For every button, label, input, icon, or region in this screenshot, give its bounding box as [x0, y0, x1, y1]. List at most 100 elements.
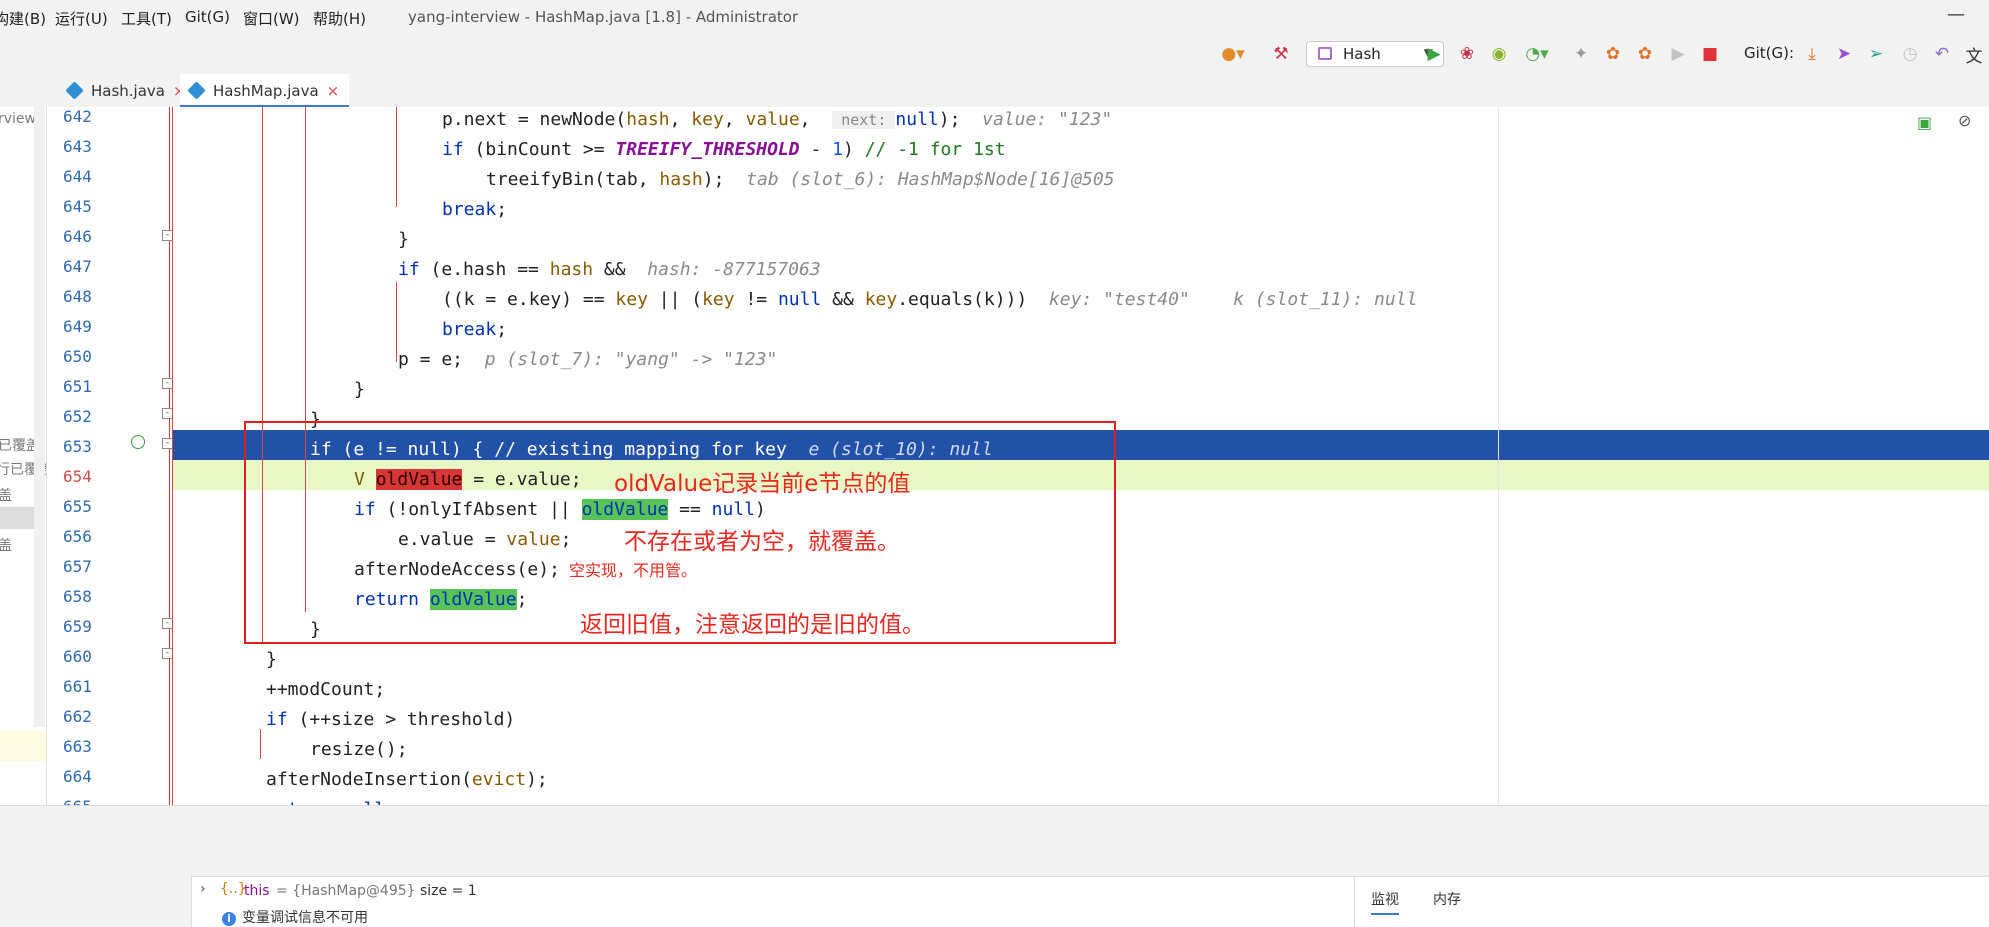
reader-mode-icon[interactable]: ▣ — [1917, 113, 1932, 132]
object-icon: {..} — [220, 881, 247, 897]
java-class-icon — [187, 81, 206, 100]
fold-guide — [169, 107, 170, 805]
info-text: 变量调试信息不可用 — [242, 910, 368, 926]
code-line-651[interactable]: } — [354, 379, 365, 400]
menu-tools[interactable]: 工具(T) — [121, 8, 172, 29]
line-number[interactable]: 647 — [63, 257, 145, 276]
tab-hash-java[interactable]: Hash.java × — [60, 74, 194, 107]
info-icon: i — [222, 912, 236, 926]
variables-panel: › {..} this = {HashMap@495} size = 1 i 变量… — [191, 876, 1354, 927]
rollback-icon[interactable]: ↶ — [1932, 42, 1952, 66]
coverage-icon[interactable]: ◉ — [1488, 42, 1510, 66]
code-line-646[interactable]: } — [398, 229, 409, 250]
line-number[interactable]: 642 — [63, 107, 145, 126]
selected-row[interactable] — [0, 507, 34, 529]
git-update-icon[interactable]: ⤓ — [1802, 42, 1822, 66]
run-icon[interactable]: ▶ — [1424, 42, 1444, 66]
info-row: i 变量调试信息不可用 — [222, 907, 368, 927]
tab-watches[interactable]: 监视 — [1371, 889, 1399, 915]
users-icon[interactable]: ●▾ — [1218, 42, 1248, 66]
code-line-644[interactable]: treeifyBin(tab, hash); tab (slot_6): Has… — [486, 169, 1115, 190]
line-number[interactable]: 652 — [63, 407, 145, 426]
line-number[interactable]: 658 — [63, 587, 145, 606]
hammer-icon[interactable]: ⚒ — [1270, 42, 1292, 66]
line-number[interactable]: 654 — [63, 467, 145, 486]
line-number[interactable]: 651 — [63, 377, 145, 396]
run-config-icon — [1318, 47, 1332, 60]
annotation-return-old: 返回旧值，注意返回的是旧的值。 — [580, 612, 925, 638]
indent-guide — [172, 107, 173, 805]
run-config-label: Hash — [1343, 45, 1381, 63]
translate-icon[interactable]: 文 — [1964, 42, 1984, 67]
line-number[interactable]: 646 — [63, 227, 145, 246]
project-panel: rview 已覆盖 行已覆盖 盖 盖 — [0, 107, 47, 805]
indent-guide — [396, 282, 397, 362]
close-icon[interactable]: × — [327, 82, 340, 100]
line-number[interactable]: 661 — [63, 677, 145, 696]
code-line-660[interactable]: } — [266, 649, 277, 670]
code-line-645[interactable]: break; — [442, 199, 507, 220]
line-number[interactable]: 659 — [63, 617, 145, 636]
line-number[interactable]: 649 — [63, 317, 145, 336]
menu-build[interactable]: 构建(B) — [0, 8, 46, 29]
line-number[interactable]: 655 — [63, 497, 145, 516]
build-icon[interactable]: ✿ — [1602, 42, 1624, 66]
line-number-gutter: 642 643 644 645 646 647 648 649 650 651 … — [47, 107, 201, 816]
editor-tab-bar: Hash.java × HashMap.java × — [0, 74, 1989, 162]
line-number[interactable]: 650 — [63, 347, 145, 366]
line-number[interactable]: 660 — [63, 647, 145, 666]
stop-icon[interactable]: ■ — [1700, 42, 1720, 66]
profiler-icon[interactable]: ◔▾ — [1520, 42, 1554, 66]
annotation-overwrite: 不存在或者为空，就覆盖。 — [624, 529, 900, 555]
code-line-643[interactable]: if (binCount >= TREEIFY_THRESHOLD - 1) /… — [442, 139, 1006, 160]
line-number[interactable]: 643 — [63, 137, 145, 156]
expand-icon[interactable]: › — [200, 881, 206, 897]
line-number[interactable]: 664 — [63, 767, 145, 786]
annotation-empty-impl: 空实现，不用管。 — [569, 561, 698, 580]
code-line-663[interactable]: resize(); — [310, 739, 408, 760]
line-number[interactable]: 656 — [63, 527, 145, 546]
coverage-marker-icon[interactable] — [131, 435, 145, 449]
code-line-649[interactable]: break; — [442, 319, 507, 340]
history-icon[interactable]: ◷ — [1900, 42, 1920, 66]
line-number[interactable]: 648 — [63, 287, 145, 306]
menu-run[interactable]: 运行(U) — [55, 8, 108, 29]
line-number[interactable]: 663 — [63, 737, 145, 756]
code-line-647[interactable]: if (e.hash == hash && hash: -877157063 — [398, 259, 821, 280]
line-number[interactable]: 662 — [63, 707, 145, 726]
java-class-icon — [65, 81, 84, 100]
window-title: yang-interview - HashMap.java [1.8] - Ad… — [408, 8, 799, 26]
debug-icon[interactable]: ❀ — [1456, 42, 1478, 66]
title-bar: 构建(B) 运行(U) 工具(T) Git(G) 窗口(W) 帮助(H) yan… — [0, 0, 1989, 36]
code-line-662[interactable]: if (++size > threshold) — [266, 709, 515, 730]
tab-memory[interactable]: 内存 — [1433, 889, 1461, 909]
indent-guide — [396, 107, 397, 207]
highlight-row — [0, 731, 46, 761]
menu-help[interactable]: 帮助(H) — [313, 8, 366, 29]
forward-icon[interactable]: ▶ — [1668, 42, 1688, 66]
line-number[interactable]: 645 — [63, 197, 145, 216]
project-scrollbar[interactable] — [34, 107, 45, 727]
tab-label: Hash.java — [91, 81, 165, 100]
hide-icon[interactable]: ⊘ — [1958, 111, 1971, 130]
line-number[interactable]: 644 — [63, 167, 145, 186]
minimize-button[interactable]: — — [1947, 4, 1965, 25]
variable-name[interactable]: this — [244, 883, 270, 899]
attach-icon[interactable]: ✦ — [1570, 42, 1592, 66]
code-line-664[interactable]: afterNodeInsertion(evict); — [266, 769, 548, 790]
coverage-item[interactable]: 盖 — [0, 485, 12, 505]
code-line-661[interactable]: ++modCount; — [266, 679, 385, 700]
coverage-item[interactable]: 盖 — [0, 535, 12, 555]
project-name[interactable]: rview — [0, 111, 36, 127]
git-commit-icon[interactable]: ➤ — [1834, 42, 1854, 66]
code-line-642[interactable]: p.next = newNode(hash, key, value, next:… — [442, 109, 1112, 130]
code-line-650[interactable]: p = e; p (slot_7): "yang" -> "123" — [398, 349, 777, 370]
line-number[interactable]: 657 — [63, 557, 145, 576]
git-push-icon[interactable]: ➢ — [1866, 42, 1886, 66]
build2-icon[interactable]: ✿ — [1634, 42, 1656, 66]
tab-label: HashMap.java — [213, 81, 319, 100]
code-line-648[interactable]: ((k = e.key) == key || (key != null && k… — [442, 289, 1417, 310]
menu-git[interactable]: Git(G) — [185, 8, 230, 26]
menu-window[interactable]: 窗口(W) — [243, 8, 300, 29]
tab-hashmap-java[interactable]: HashMap.java × — [180, 74, 350, 108]
